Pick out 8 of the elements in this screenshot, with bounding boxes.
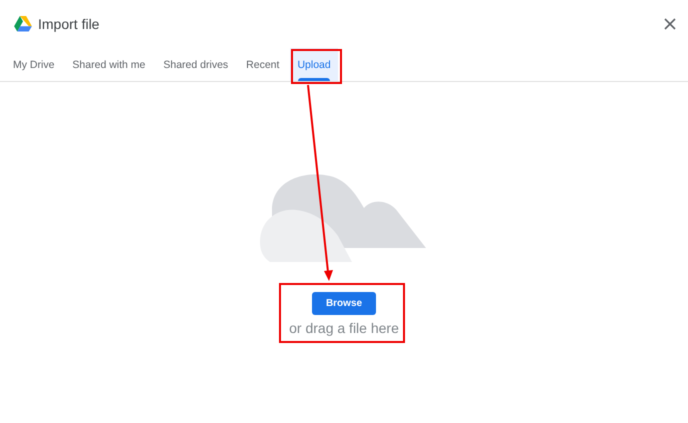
browse-button[interactable]: Browse (312, 292, 376, 315)
drag-hint: or drag a file here (289, 320, 399, 336)
tab[interactable]: Shared drives (154, 48, 238, 81)
window-title: Import file (38, 16, 100, 32)
tab[interactable]: Recent (237, 48, 288, 81)
tab[interactable]: My Drive (4, 48, 64, 81)
tab[interactable]: Upload (290, 48, 338, 81)
tab[interactable]: Shared with me (63, 48, 154, 81)
